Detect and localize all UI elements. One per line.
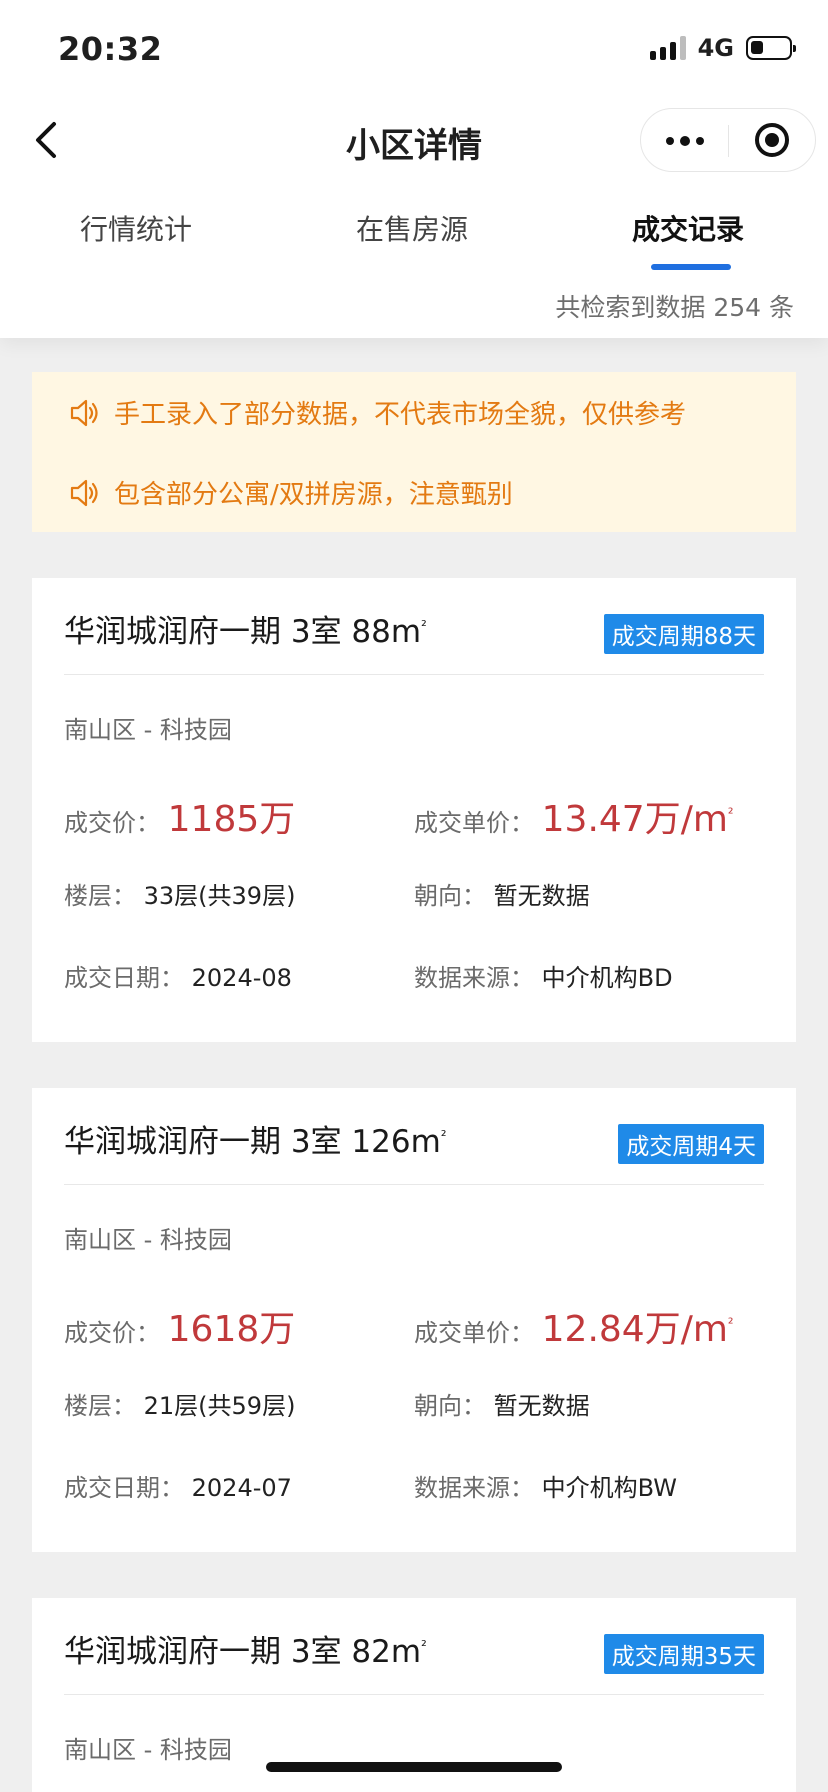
result-count: 共检索到数据 254 条 — [555, 293, 794, 322]
district: 南山区 - 科技园 — [64, 1226, 232, 1254]
card-divider — [64, 1694, 764, 1695]
orientation-value: 暂无数据 — [493, 882, 590, 910]
date-field: 成交日期： 2024-08 — [64, 958, 292, 993]
source-label: 数据来源： — [414, 964, 534, 992]
unit-price-value: 12.84万/m² — [541, 1309, 734, 1350]
date-value: 2024-07 — [191, 1474, 292, 1502]
floor-field: 楼层： 33层(共39层) — [64, 876, 295, 911]
source-label: 数据来源： — [414, 1474, 534, 1502]
orientation-field: 朝向： 暂无数据 — [414, 876, 590, 911]
more-button[interactable] — [641, 109, 728, 171]
card-divider — [64, 1184, 764, 1185]
floor-label: 楼层： — [64, 882, 136, 910]
price-value: 1185万 — [167, 799, 296, 840]
deal-cycle-badge: 成交周期88天 — [603, 614, 764, 654]
deal-cycle-badge: 成交周期35天 — [603, 1634, 764, 1674]
home-indicator[interactable] — [266, 1762, 562, 1772]
unit-price-field: 成交单价： 13.47万/m² — [414, 790, 734, 842]
date-label: 成交日期： — [64, 1474, 184, 1502]
floor-field: 楼层： 21层(共59层) — [64, 1386, 295, 1421]
orientation-value: 暂无数据 — [493, 1392, 590, 1420]
floor-value: 21层(共59层) — [143, 1392, 296, 1420]
source-field: 数据来源： 中介机构BW — [414, 1468, 677, 1503]
listing-title: 华润城润府一期 3室 88m² — [64, 614, 427, 650]
price-field: 成交价： 1185万 — [64, 790, 295, 842]
notice-text: 包含部分公寓/双拼房源，注意甄别 — [114, 480, 513, 510]
orientation-field: 朝向： 暂无数据 — [414, 1386, 590, 1421]
deal-cycle-badge: 成交周期4天 — [618, 1124, 764, 1164]
speaker-icon — [70, 479, 98, 506]
unit-price-value: 13.47万/m² — [541, 799, 734, 840]
listing-title: 华润城润府一期 3室 126m² — [64, 1124, 447, 1160]
price-field: 成交价： 1618万 — [64, 1300, 295, 1352]
price-label: 成交价： — [64, 1319, 160, 1347]
notice-box: 手工录入了部分数据，不代表市场全貌，仅供参考 包含部分公寓/双拼房源，注意甄别 — [32, 372, 796, 532]
date-field: 成交日期： 2024-07 — [64, 1468, 292, 1503]
orientation-label: 朝向： — [414, 1392, 486, 1420]
floor-label: 楼层： — [64, 1392, 136, 1420]
price-label: 成交价： — [64, 809, 160, 837]
speaker-icon — [70, 399, 98, 426]
close-button[interactable] — [729, 109, 815, 171]
miniprogram-capsule — [640, 108, 816, 172]
date-label: 成交日期： — [64, 964, 184, 992]
transaction-card[interactable]: 华润城润府一期 3室 88m² 成交周期88天 南山区 - 科技园 成交价： 1… — [32, 578, 796, 1042]
status-time: 20:32 — [58, 30, 163, 68]
floor-value: 33层(共39层) — [143, 882, 296, 910]
status-indicators: 4G — [649, 34, 796, 62]
notice-line: 包含部分公寓/双拼房源，注意甄别 — [68, 474, 513, 511]
price-value: 1618万 — [167, 1309, 296, 1350]
district: 南山区 - 科技园 — [64, 716, 232, 744]
source-field: 数据来源： 中介机构BD — [414, 958, 673, 993]
signal-icon — [649, 36, 686, 60]
battery-icon — [746, 36, 796, 60]
source-value: 中介机构BW — [541, 1474, 677, 1502]
unit-price-label: 成交单价： — [414, 1319, 534, 1347]
tab-transactions[interactable]: 成交记录 — [632, 208, 744, 248]
network-type: 4G — [697, 34, 734, 62]
active-tab-indicator — [651, 264, 731, 270]
date-value: 2024-08 — [191, 964, 292, 992]
tab-for-sale[interactable]: 在售房源 — [356, 208, 468, 248]
tab-market-stats[interactable]: 行情统计 — [80, 208, 192, 248]
orientation-label: 朝向： — [414, 882, 486, 910]
header: 20:32 4G 小区详情 行情统计 在售房源 成交记录 共检索到数据 254 … — [0, 0, 828, 338]
district: 南山区 - 科技园 — [64, 1736, 232, 1764]
source-value: 中介机构BD — [541, 964, 673, 992]
unit-price-field: 成交单价： 12.84万/m² — [414, 1300, 734, 1352]
transaction-card[interactable]: 华润城润府一期 3室 126m² 成交周期4天 南山区 - 科技园 成交价： 1… — [32, 1088, 796, 1552]
notice-text: 手工录入了部分数据，不代表市场全貌，仅供参考 — [114, 400, 687, 430]
unit-price-label: 成交单价： — [414, 809, 534, 837]
listing-title: 华润城润府一期 3室 82m² — [64, 1634, 427, 1670]
card-divider — [64, 674, 764, 675]
notice-line: 手工录入了部分数据，不代表市场全貌，仅供参考 — [68, 394, 686, 431]
